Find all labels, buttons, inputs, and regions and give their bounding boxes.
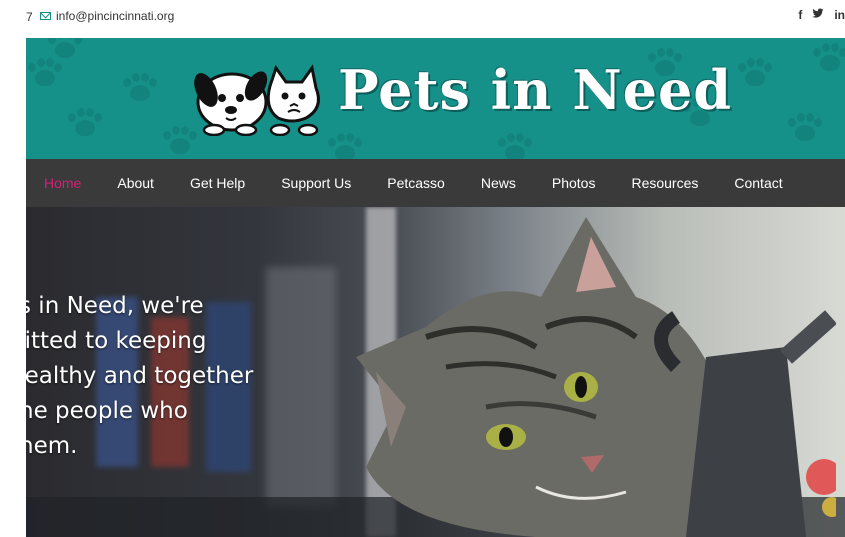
paw-print-icon [26, 58, 64, 88]
hero-tagline-line: healthy and together [26, 363, 254, 389]
linkedin-icon[interactable]: in [834, 8, 845, 22]
nav-item-news[interactable]: News [463, 159, 534, 207]
hero-tagline-line: the people who [26, 398, 188, 424]
paw-print-icon [786, 113, 824, 143]
paw-print-icon [811, 43, 845, 73]
main-navigation: Home About Get Help Support Us Petcasso … [26, 159, 845, 213]
paw-print-icon [46, 38, 84, 60]
nav-item-resources[interactable]: Resources [613, 159, 716, 207]
facebook-icon[interactable]: f [798, 8, 802, 22]
phone-number-fragment: 7 [26, 10, 33, 24]
nav-item-petcasso[interactable]: Petcasso [369, 159, 463, 207]
dog-and-cat-logo-icon[interactable] [184, 56, 334, 136]
nav-item-about[interactable]: About [99, 159, 172, 207]
paw-print-icon [496, 133, 534, 159]
hero-tagline: ts in Need, we're nitted to keeping heal… [26, 289, 330, 464]
nav-item-home[interactable]: Home [26, 159, 99, 213]
hero-tagline-line: nitted to keeping [26, 328, 207, 354]
hero-tagline-line: them. [26, 433, 78, 459]
nav-item-contact[interactable]: Contact [716, 159, 800, 207]
email-text: info@pincincinnati.org [56, 9, 175, 23]
site-logo-text[interactable]: Pets in Need [338, 58, 732, 122]
hero-banner: ts in Need, we're nitted to keeping heal… [26, 207, 845, 537]
nav-item-support-us[interactable]: Support Us [263, 159, 369, 207]
email-link[interactable]: info@pincincinnati.org [40, 9, 174, 23]
paw-print-icon [736, 58, 774, 88]
social-links: f in [798, 8, 845, 22]
paw-print-icon [66, 108, 104, 138]
hero-tagline-line: ts in Need, we're [26, 293, 204, 319]
twitter-icon[interactable] [812, 8, 824, 22]
watering-can-icon [654, 310, 836, 537]
top-contact-bar: 7 info@pincincinnati.org f in [0, 0, 845, 34]
paw-print-icon [121, 73, 159, 103]
envelope-icon [40, 12, 51, 20]
paw-print-icon [326, 133, 364, 159]
nav-item-get-help[interactable]: Get Help [172, 159, 263, 207]
site-header: Pets in Need [26, 38, 845, 159]
nav-item-photos[interactable]: Photos [534, 159, 614, 207]
